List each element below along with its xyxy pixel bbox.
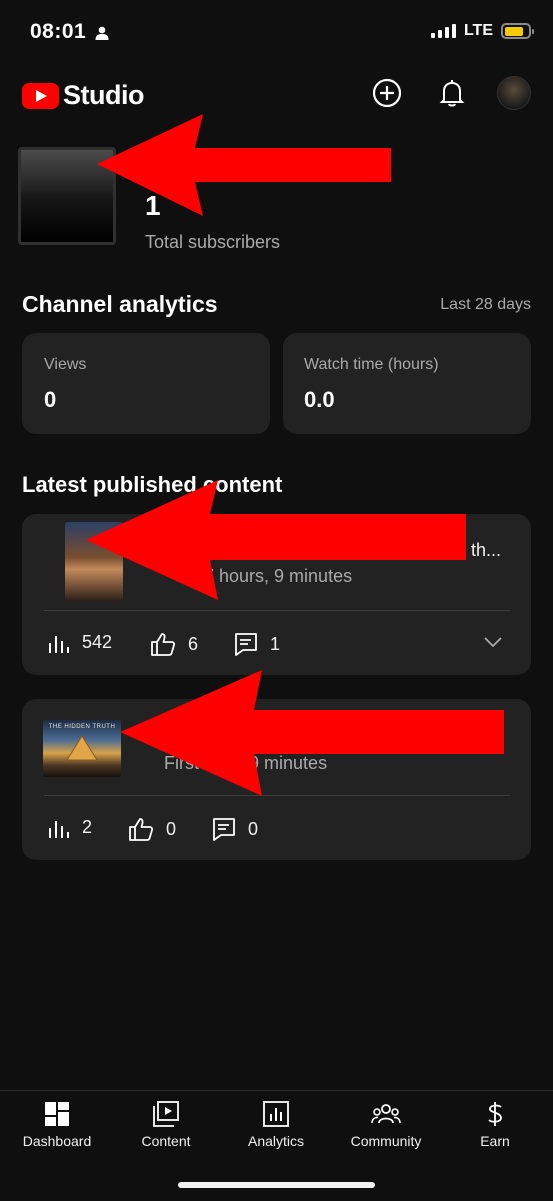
nav-earn[interactable]: Earn	[440, 1101, 550, 1149]
thumbs-up-icon	[151, 633, 176, 656]
comments-count: 1	[270, 633, 281, 654]
video-title[interactable]: th...	[471, 540, 501, 561]
views-stat: 542	[48, 632, 112, 653]
nav-community[interactable]: Community	[331, 1101, 441, 1149]
views-bars-icon	[49, 635, 69, 653]
subscriber-label: Total subscribers	[145, 232, 281, 252]
person-icon	[95, 26, 109, 45]
studio-logo[interactable]: Studio	[22, 80, 144, 111]
home-indicator	[178, 1182, 375, 1188]
red-arrow-icon	[120, 670, 504, 796]
nav-label: Earn	[480, 1133, 510, 1149]
status-time: 08:01	[30, 20, 87, 43]
channel-avatar[interactable]	[497, 76, 531, 110]
thumbs-up-icon	[129, 818, 154, 841]
watch-time-value: 0.0	[304, 387, 335, 412]
views-bars-icon	[49, 820, 69, 838]
earn-dollar-icon	[488, 1102, 502, 1126]
views-count: 2	[82, 817, 93, 837]
nav-label: Content	[141, 1133, 191, 1149]
community-icon	[371, 1104, 401, 1124]
battery-icon	[501, 23, 534, 39]
red-arrow-icon	[97, 114, 391, 216]
red-arrow-icon	[86, 480, 466, 600]
logo-text: Studio	[63, 80, 144, 110]
likes-count: 0	[166, 818, 177, 839]
create-plus-icon[interactable]	[370, 76, 404, 110]
views-card[interactable]: Views 0	[22, 333, 270, 434]
nav-content[interactable]: Content	[111, 1101, 221, 1149]
content-icon	[153, 1101, 179, 1127]
notifications-bell-icon[interactable]	[435, 76, 469, 110]
analytics-title: Channel analytics	[22, 291, 218, 317]
likes-stat: 6	[150, 632, 198, 656]
nav-label: Community	[350, 1133, 422, 1149]
status-indicators: LTE	[430, 22, 534, 40]
thumbnail-caption: THE HIDDEN TRUTH	[48, 724, 116, 730]
divider	[44, 610, 510, 611]
analytics-icon	[263, 1101, 289, 1127]
comments-count: 0	[248, 818, 259, 839]
dashboard-icon	[45, 1102, 69, 1126]
video-thumbnail[interactable]: THE HIDDEN TRUTH	[43, 720, 121, 777]
comments-stat: 1	[234, 632, 280, 656]
nav-label: Analytics	[247, 1133, 305, 1149]
nav-analytics[interactable]: Analytics	[221, 1101, 331, 1149]
youtube-play-icon	[22, 82, 59, 109]
views-stat: 2	[48, 817, 92, 838]
watch-time-card[interactable]: Watch time (hours) 0.0	[283, 333, 531, 434]
comment-icon	[213, 818, 235, 841]
likes-count: 6	[188, 633, 199, 654]
views-value: 0	[44, 387, 57, 412]
watch-time-label: Watch time (hours)	[304, 356, 439, 373]
nav-label: Dashboard	[22, 1133, 92, 1149]
nav-dashboard[interactable]: Dashboard	[2, 1101, 112, 1149]
network-type: LTE	[463, 22, 493, 39]
likes-stat: 0	[128, 817, 176, 841]
views-label: Views	[44, 356, 87, 373]
signal-icon	[430, 24, 456, 38]
chevron-down-icon[interactable]	[484, 635, 502, 653]
views-count: 542	[82, 632, 113, 652]
analytics-range: Last 28 days	[440, 296, 531, 313]
comments-stat: 0	[212, 817, 258, 841]
comment-icon	[235, 633, 257, 656]
